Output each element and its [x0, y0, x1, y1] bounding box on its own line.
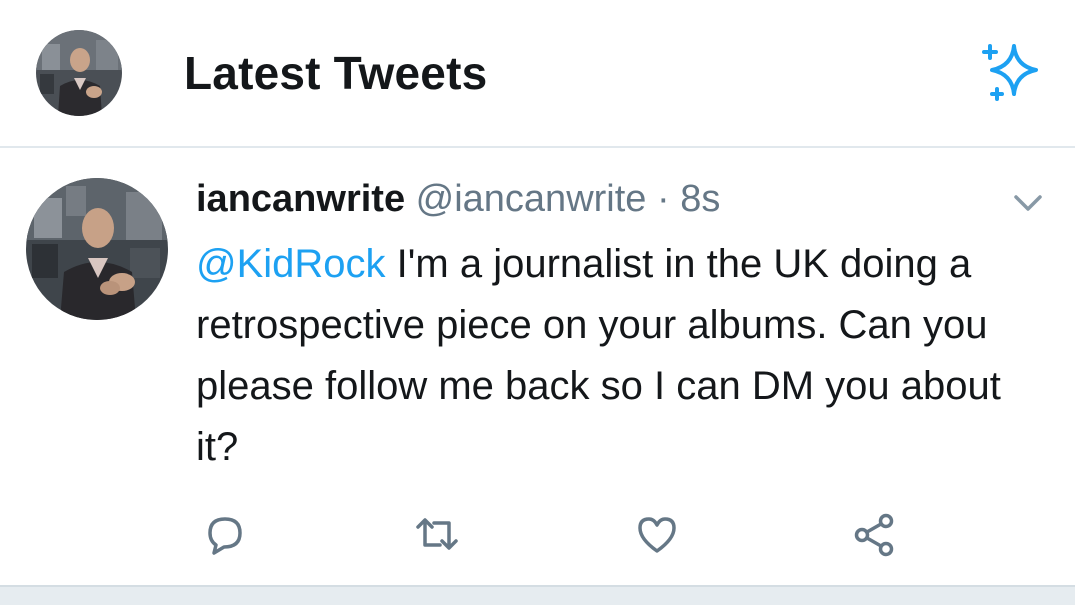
author-display-name[interactable]: iancanwrite	[196, 178, 405, 220]
tweet-author-avatar-icon[interactable]	[26, 178, 168, 320]
meta-separator: ·	[657, 178, 670, 220]
tweet[interactable]: iancanwrite @iancanwrite · 8s @KidRock I…	[0, 148, 1075, 585]
chevron-down-icon[interactable]	[1012, 192, 1044, 214]
bottom-divider	[0, 585, 1075, 605]
twitter-app: Latest Tweets iancanwrite @iancanwrite ·…	[0, 0, 1075, 605]
mention-link[interactable]: @KidRock	[196, 242, 386, 286]
tweet-body: @KidRock I'm a journalist in the UK doin…	[196, 234, 1046, 478]
profile-avatar-icon[interactable]	[36, 30, 122, 116]
top-header: Latest Tweets	[0, 0, 1075, 148]
page-title: Latest Tweets	[184, 47, 488, 99]
heart-icon[interactable]	[632, 511, 682, 557]
share-icon[interactable]	[848, 511, 898, 557]
retweet-icon[interactable]	[412, 511, 462, 557]
author-handle[interactable]: @iancanwrite	[416, 178, 647, 220]
tweet-header: iancanwrite @iancanwrite · 8s	[196, 176, 720, 222]
tweet-timestamp: 8s	[680, 178, 721, 220]
sparkle-icon[interactable]	[974, 38, 1046, 104]
reply-icon[interactable]	[200, 511, 250, 557]
